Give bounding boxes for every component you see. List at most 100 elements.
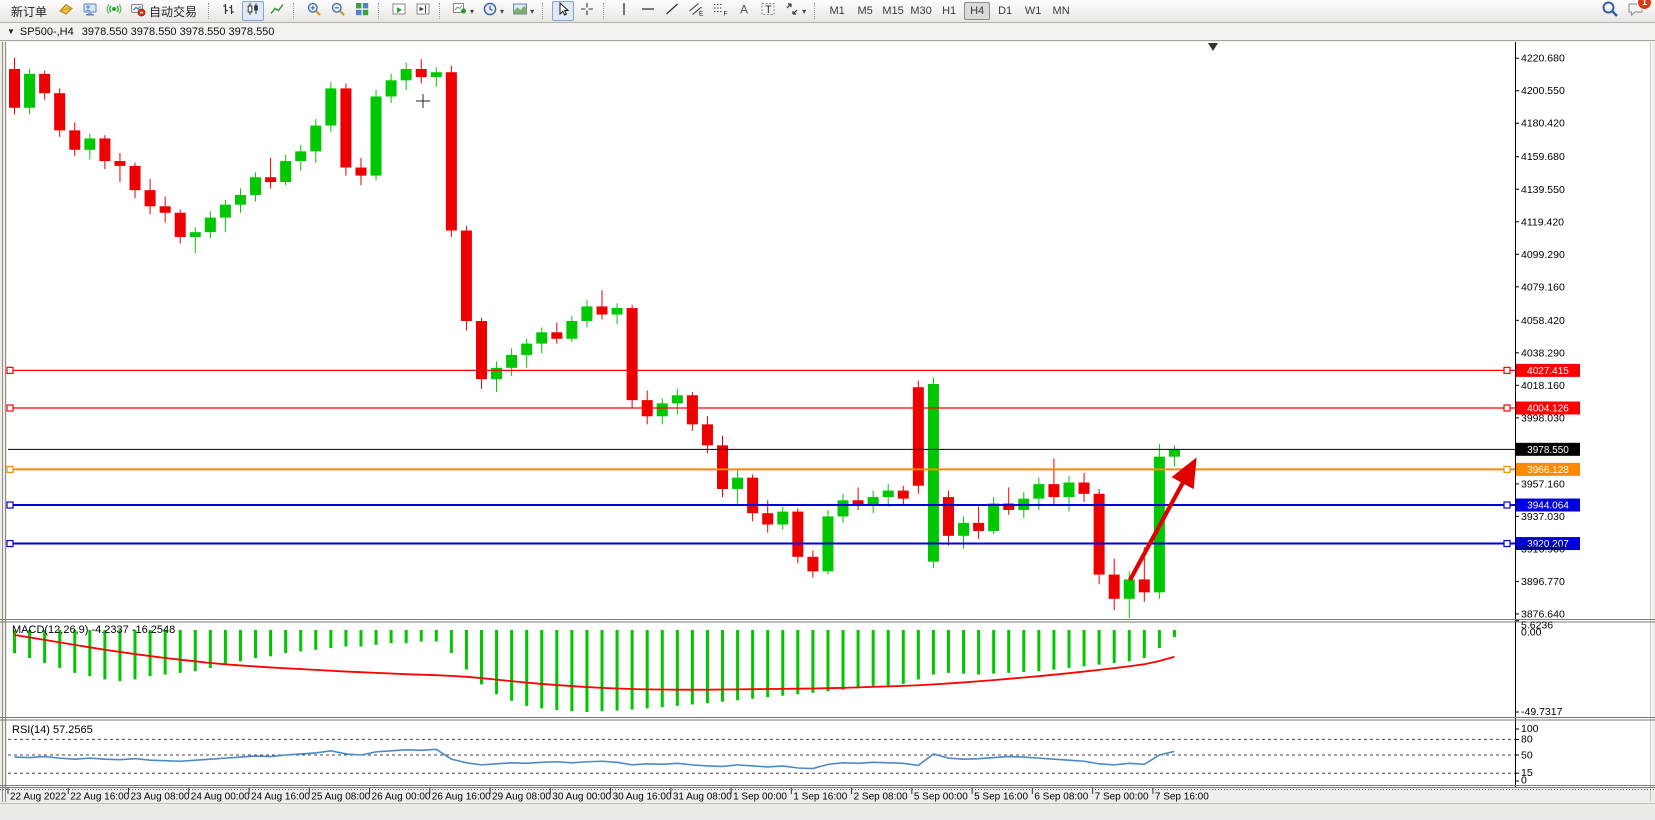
history-center-icon[interactable] [55, 1, 77, 21]
fibonacci-icon[interactable]: F [709, 1, 731, 21]
chevron-down-icon[interactable]: ▾ [470, 7, 474, 16]
price-axis-label: 3916.900 [1521, 543, 1565, 555]
candle-body [702, 424, 713, 445]
candle [913, 381, 924, 494]
tile-windows-icon[interactable] [351, 1, 373, 21]
candlestick-chart-icon[interactable] [242, 1, 264, 21]
candle-body [521, 344, 532, 355]
bar-chart-icon[interactable] [218, 1, 240, 21]
candle-body [717, 445, 728, 489]
chat-icon[interactable]: 1 [1627, 0, 1645, 23]
line-end-marker[interactable] [7, 502, 13, 508]
time-axis-label: 1 Sep 16:00 [793, 792, 847, 803]
candle [1094, 489, 1105, 584]
candle-body [612, 308, 623, 314]
price-axis-label: 4220.680 [1521, 53, 1565, 65]
price-badge-label: 4027.415 [1527, 366, 1569, 377]
indicators-icon[interactable]: ▾ [449, 1, 477, 21]
chart-panels-bg [7, 42, 1652, 788]
text-icon[interactable]: A [733, 1, 755, 21]
timeframe-button-h4[interactable]: H4 [964, 2, 990, 20]
toolbar-separator [378, 3, 383, 19]
rsi-scale-label: 50 [1521, 750, 1533, 762]
line-chart-icon[interactable] [266, 1, 288, 21]
chevron-down-icon[interactable]: ▾ [500, 7, 504, 16]
candle-body [898, 491, 909, 499]
candle [461, 226, 472, 331]
chart-collapse-icon[interactable]: ▼ [7, 27, 15, 36]
status-strip [0, 803, 1655, 820]
macd-indicator-label: MACD(12,26,9) -4.2337 -16.2548 [12, 624, 175, 636]
autotrading-button[interactable]: 自动交易 [127, 1, 203, 21]
price-axis-label: 4119.420 [1521, 216, 1564, 228]
timeframe-button-d1[interactable]: D1 [992, 2, 1018, 20]
candle-body [355, 168, 366, 176]
candle-body [250, 177, 261, 195]
candle-body [1048, 484, 1059, 497]
market-signal-icon[interactable] [103, 1, 125, 21]
zoom-out-icon[interactable] [327, 1, 349, 21]
horizontal-line-icon[interactable] [637, 1, 659, 21]
templates-icon[interactable]: ▾ [509, 1, 537, 21]
main-toolbar: 新订单 自动交易 ▾ ▾ ▾ EFAT ▾ M1M5M15M30H1H4D1W1MN 1 [0, 0, 1655, 23]
zoom-out-icon [330, 1, 346, 22]
crosshair-icon[interactable] [576, 1, 598, 21]
rsi-indicator-label: RSI(14) 57.2565 [12, 724, 93, 736]
svg-text:T: T [765, 4, 772, 16]
auto-scroll-icon[interactable] [388, 1, 410, 21]
candle-body [446, 72, 457, 230]
arrow-objects-icon[interactable]: ▾ [781, 1, 809, 21]
terminal-icon[interactable] [79, 1, 101, 21]
cursor-icon[interactable] [552, 1, 574, 21]
trading-terminal-window: { "toolbar": { "buttons": [ {"name":"new… [0, 0, 1655, 818]
chart-ohlc-values: 3978.550 3978.550 3978.550 3978.550 [82, 26, 275, 38]
line-end-marker[interactable] [1504, 541, 1510, 547]
chevron-down-icon[interactable]: ▾ [802, 7, 806, 16]
candle-body [958, 523, 969, 536]
line-end-marker[interactable] [1504, 502, 1510, 508]
candle-body [310, 126, 321, 152]
vertical-line-icon[interactable] [613, 1, 635, 21]
candle-body [687, 395, 698, 424]
time-axis-label: 30 Aug 00:00 [552, 792, 611, 803]
chevron-down-icon[interactable]: ▾ [530, 7, 534, 16]
cursor-icon [555, 1, 571, 22]
periods-icon[interactable]: ▾ [479, 1, 507, 21]
line-end-marker[interactable] [7, 367, 13, 373]
new-order-button[interactable]: 新订单 [5, 1, 53, 21]
price-axis-label: 4038.290 [1521, 347, 1565, 359]
candle-body [807, 557, 818, 572]
time-axis-label: 24 Aug 00:00 [191, 792, 250, 803]
terminal-icon [82, 1, 98, 22]
line-end-marker[interactable] [1504, 466, 1510, 472]
timeframe-button-mn[interactable]: MN [1048, 2, 1074, 20]
candle [627, 305, 638, 408]
timeframe-button-m1[interactable]: M1 [824, 2, 850, 20]
zoom-in-icon[interactable] [303, 1, 325, 21]
line-end-marker[interactable] [7, 466, 13, 472]
rsi-scale-label: 80 [1521, 734, 1533, 746]
chat-badge: 1 [1637, 0, 1652, 10]
text-label-icon: T [760, 1, 776, 22]
trendline-icon[interactable] [661, 1, 683, 21]
line-end-marker[interactable] [1504, 367, 1510, 373]
line-end-marker[interactable] [7, 541, 13, 547]
candle [371, 90, 382, 180]
toolbar-separator [603, 3, 608, 19]
timeframe-button-m30[interactable]: M30 [908, 2, 934, 20]
toolbar-separator [439, 3, 444, 19]
chart-area[interactable]: 4027.4154004.1263978.5503966.1283944.064… [0, 41, 1655, 820]
toolbar-separator [208, 3, 213, 19]
search-icon[interactable] [1601, 0, 1619, 23]
timeframe-button-h1[interactable]: H1 [936, 2, 962, 20]
line-end-marker[interactable] [7, 405, 13, 411]
equidistant-channel-icon[interactable]: E [685, 1, 707, 21]
timeframe-button-w1[interactable]: W1 [1020, 2, 1046, 20]
line-end-marker[interactable] [1504, 405, 1510, 411]
candle-body [114, 161, 125, 166]
timeframe-button-m15[interactable]: M15 [880, 2, 906, 20]
timeframe-button-m5[interactable]: M5 [852, 2, 878, 20]
text-label-icon[interactable]: T [757, 1, 779, 21]
chart-shift-icon[interactable] [412, 1, 434, 21]
time-axis-label: 1 Sep 00:00 [733, 792, 787, 803]
